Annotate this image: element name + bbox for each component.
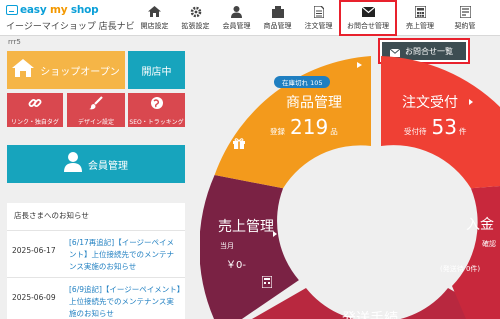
news-item: 2025-06-17 [6/17再追記]【イージーペイメント】上位接続先でのメン… — [7, 231, 185, 278]
dashboard-donut: 在庫切れ 105 商品管理 登録 219 品 注文受付 受付待 53 件 売上管… — [200, 36, 500, 319]
box-icon — [271, 5, 285, 18]
home-icon — [148, 6, 162, 18]
news-date: 2025-06-17 — [12, 246, 56, 255]
news-link[interactable]: [6/17再追記]【イージーペイメント】上位接続先でのメンテナンス実施のお知らせ — [69, 237, 181, 273]
gear-icon — [189, 6, 203, 18]
link-icon — [28, 95, 42, 114]
sales-period: 当月 — [220, 242, 234, 250]
deposit-title: 入金 — [466, 217, 494, 233]
news-item: 2025-06-09 [6/9追記]【イージーペイメント】上位接続先でのメンテナ… — [7, 278, 185, 319]
sales-segment[interactable] — [200, 175, 299, 319]
deposit-segment[interactable] — [452, 186, 500, 319]
nav-item-store-setup[interactable]: 開店設定 — [134, 0, 175, 36]
out-of-stock-badge[interactable]: 在庫切れ 105 — [274, 76, 331, 88]
document-icon — [312, 5, 326, 18]
calculator-icon — [413, 5, 427, 18]
sales-amount: ￥0- — [226, 260, 246, 271]
globe-icon — [150, 95, 164, 114]
person-icon — [230, 5, 244, 18]
news-date: 2025-06-09 — [12, 293, 56, 302]
shop-status-badge[interactable]: 開店中 — [128, 51, 185, 89]
member-management-button[interactable]: 会員管理 — [7, 145, 185, 183]
nav-item-products[interactable]: 商品管理 — [257, 0, 298, 36]
shop-open-button[interactable]: ショップオープン — [7, 51, 125, 89]
logo-icon — [6, 5, 18, 15]
envelope-icon — [361, 6, 375, 18]
logo-subtitle: イージーマイショップ 店長ナビ — [6, 22, 135, 32]
product-title: 商品管理 — [286, 95, 342, 111]
shipping-title: 発送手続 — [342, 311, 398, 319]
news-title: 店長さまへのお知らせ — [7, 203, 185, 231]
brush-icon — [89, 95, 103, 114]
link-tag-button[interactable]: リンク・独自タグ — [7, 93, 63, 127]
nav-item-contract[interactable]: 契約管 — [443, 0, 487, 36]
nav-item-extensions[interactable]: 拡張設定 — [175, 0, 216, 36]
seo-tracking-button[interactable]: SEO・トラッキング — [128, 93, 185, 127]
order-title: 注文受付 — [402, 95, 458, 111]
design-settings-button[interactable]: デザイン設定 — [67, 93, 125, 127]
person-icon — [64, 152, 82, 176]
nav-item-inquiries[interactable]: お問合せ管理 — [339, 0, 397, 36]
top-bar: easy my shop イージーマイショップ 店長ナビ 開店設定 拡張設定 会… — [0, 0, 500, 36]
order-count: 受付待 53 件 — [404, 115, 467, 139]
logo-brand: easy my shop — [20, 4, 99, 16]
deposit-subtitle: 確認 — [482, 240, 496, 248]
news-link[interactable]: [6/9追記]【イージーペイメント】上位接続先でのメンテナンス実施のお知らせ — [69, 284, 181, 319]
nav-item-sales[interactable]: 売上管理 — [397, 0, 443, 36]
house-icon — [12, 59, 35, 81]
news-panel: 店長さまへのお知らせ 2025-06-17 [6/17再追記]【イージーペイメン… — [7, 203, 185, 319]
sales-title: 売上管理 — [218, 219, 274, 235]
logo[interactable]: easy my shop イージーマイショップ 店長ナビ — [6, 3, 136, 33]
deposit-note: (発送待 0件) — [440, 265, 481, 273]
main-nav: 開店設定 拡張設定 会員管理 商品管理 注文管理 お問合せ管理 売上管理 契約管 — [134, 0, 487, 36]
nav-item-orders[interactable]: 注文管理 — [298, 0, 339, 36]
shop-code: rrr5 — [8, 38, 21, 46]
contract-icon — [458, 6, 472, 18]
product-count: 登録 219 品 — [270, 115, 338, 139]
nav-item-members[interactable]: 会員管理 — [216, 0, 257, 36]
